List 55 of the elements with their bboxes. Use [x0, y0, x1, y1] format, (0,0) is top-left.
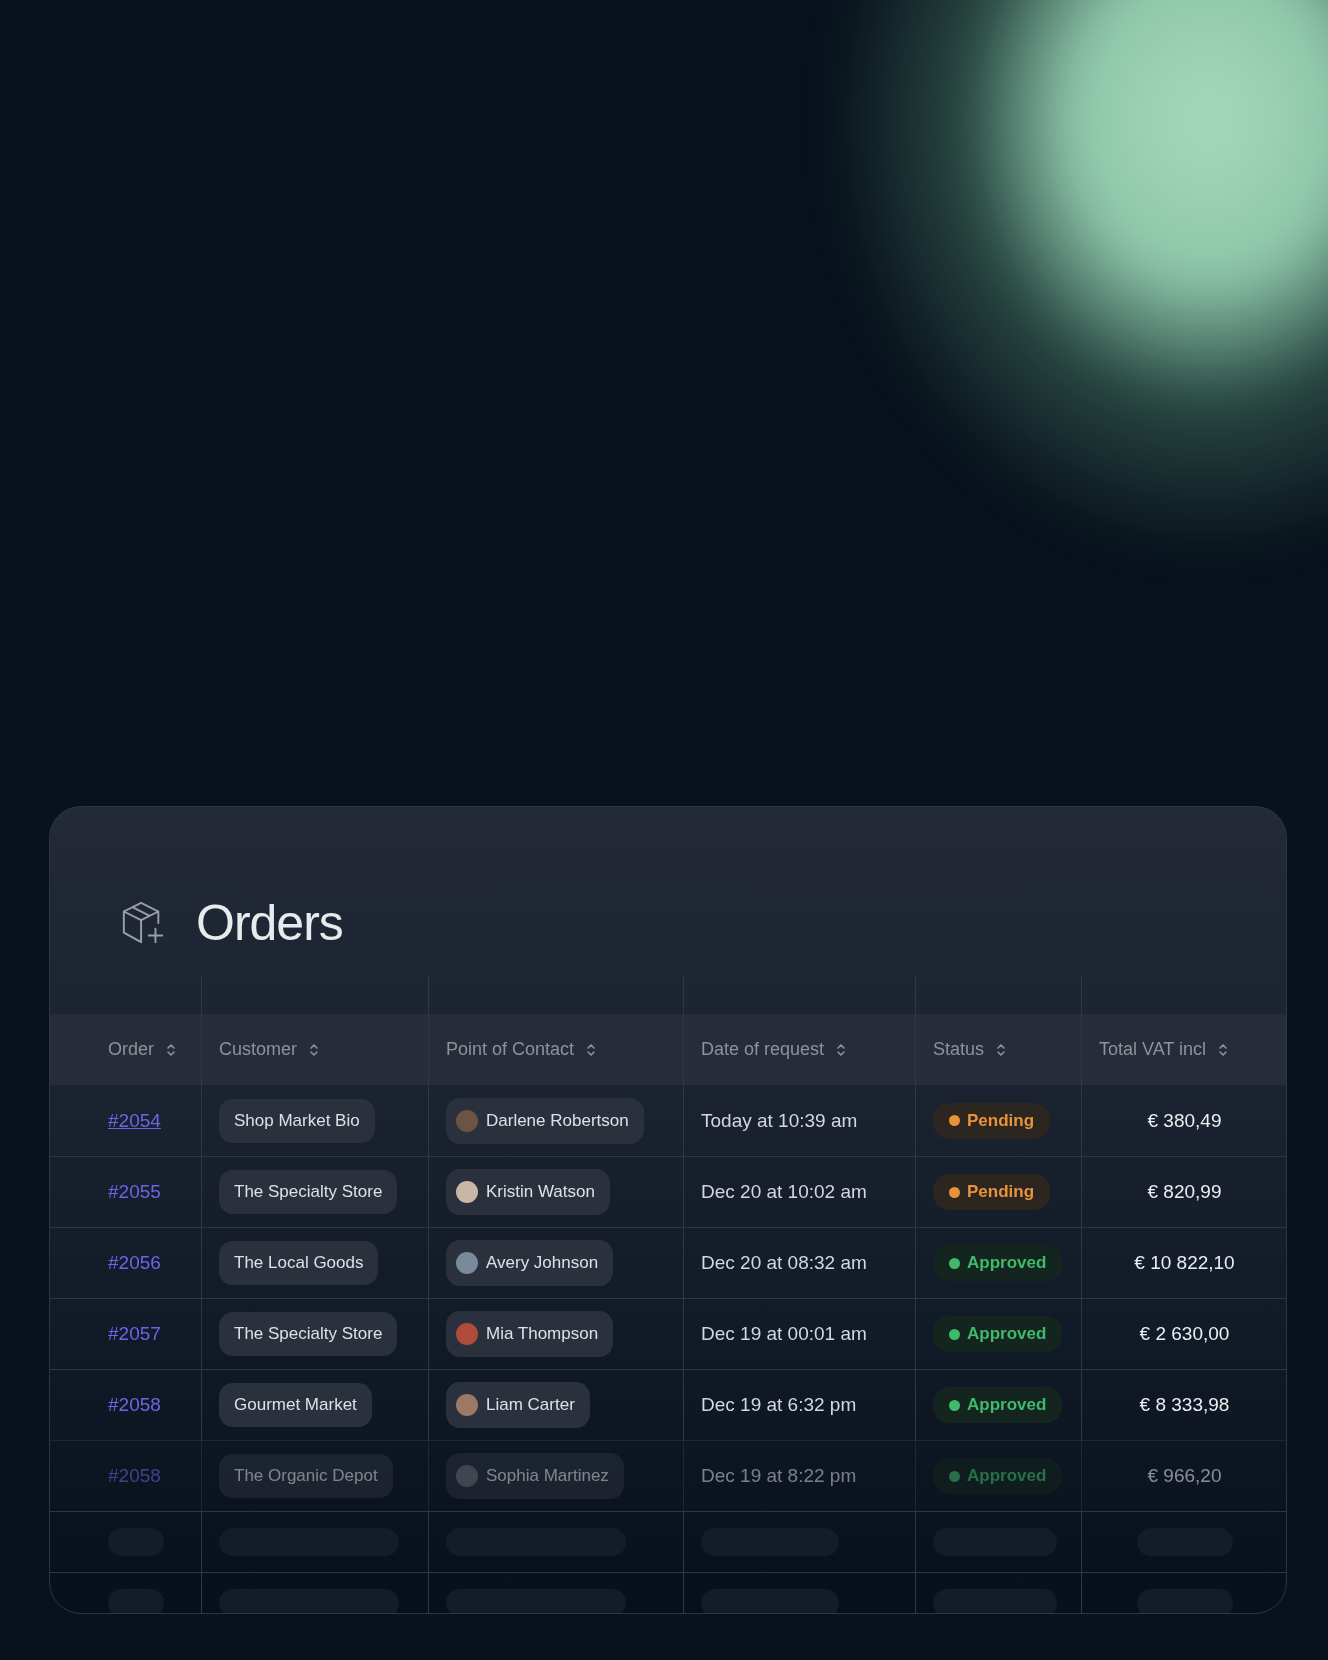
customer-tag: The Specialty Store [219, 1312, 398, 1356]
avatar-icon [456, 1323, 478, 1345]
customer-tag: The Specialty Store [219, 1170, 398, 1214]
order-total: € 820,99 [1147, 1181, 1222, 1203]
request-date: Dec 19 at 8:22 pm [701, 1465, 857, 1487]
request-date: Dec 19 at 6:32 pm [701, 1394, 857, 1416]
sort-icon[interactable] [836, 1041, 847, 1058]
page-title: Orders [196, 893, 343, 952]
contact-chip: Liam Carter [446, 1382, 590, 1428]
customer-tag: Shop Market Bio [219, 1098, 375, 1143]
customer-tag: Gourmet Market [219, 1383, 372, 1427]
status-badge: Approved [933, 1316, 1063, 1352]
order-total: € 2 630,00 [1139, 1323, 1230, 1345]
order-total: € 380,49 [1147, 1109, 1222, 1132]
loading-placeholder [108, 1589, 164, 1613]
order-link[interactable]: #2058 [108, 1394, 161, 1416]
contact-chip: Mia Thompson [446, 1311, 614, 1357]
column-header[interactable]: Date of request [701, 1039, 825, 1060]
contact-chip: Sophia Martinez [446, 1453, 624, 1499]
order-total: € 10 822,10 [1134, 1252, 1235, 1274]
status-badge: Pending [933, 1174, 1051, 1210]
request-date: Dec 19 at 00:01 am [701, 1323, 867, 1345]
column-header[interactable]: Point of Contact [446, 1039, 575, 1060]
status-badge: Approved [933, 1245, 1063, 1281]
sort-icon[interactable] [586, 1041, 597, 1058]
contact-chip: Kristin Watson [446, 1169, 610, 1215]
order-link[interactable]: #2057 [108, 1323, 161, 1345]
order-link[interactable]: #2055 [108, 1181, 161, 1203]
request-date: Dec 20 at 10:02 am [701, 1181, 867, 1203]
avatar-icon [456, 1181, 478, 1203]
sort-icon[interactable] [309, 1041, 320, 1058]
customer-tag: The Organic Depot [219, 1454, 393, 1498]
avatar-icon [456, 1252, 478, 1274]
customer-tag: The Local Goods [219, 1241, 379, 1285]
order-total: € 8 333,98 [1139, 1394, 1230, 1416]
status-badge: Pending [933, 1102, 1051, 1139]
column-header[interactable]: Order [108, 1039, 154, 1060]
request-date: Dec 20 at 08:32 am [701, 1252, 867, 1274]
status-badge: Approved [933, 1458, 1063, 1494]
sort-icon[interactable] [166, 1041, 176, 1058]
sort-icon[interactable] [1218, 1041, 1229, 1058]
order-link[interactable]: #2054 [108, 1109, 161, 1132]
order-link[interactable]: #2056 [108, 1252, 161, 1274]
column-header[interactable]: Customer [219, 1039, 298, 1060]
order-total: € 966,20 [1147, 1465, 1222, 1487]
contact-chip: Darlene Robertson [446, 1097, 644, 1144]
request-date: Today at 10:39 am [701, 1109, 858, 1132]
sort-icon[interactable] [996, 1041, 1007, 1058]
avatar-icon [456, 1394, 478, 1416]
column-header[interactable]: Total VAT incl [1099, 1039, 1207, 1060]
avatar-icon [456, 1109, 478, 1132]
avatar-icon [456, 1465, 478, 1487]
status-badge: Approved [933, 1387, 1063, 1423]
contact-chip: Avery Johnson [446, 1240, 614, 1286]
column-header[interactable]: Status [933, 1039, 985, 1060]
